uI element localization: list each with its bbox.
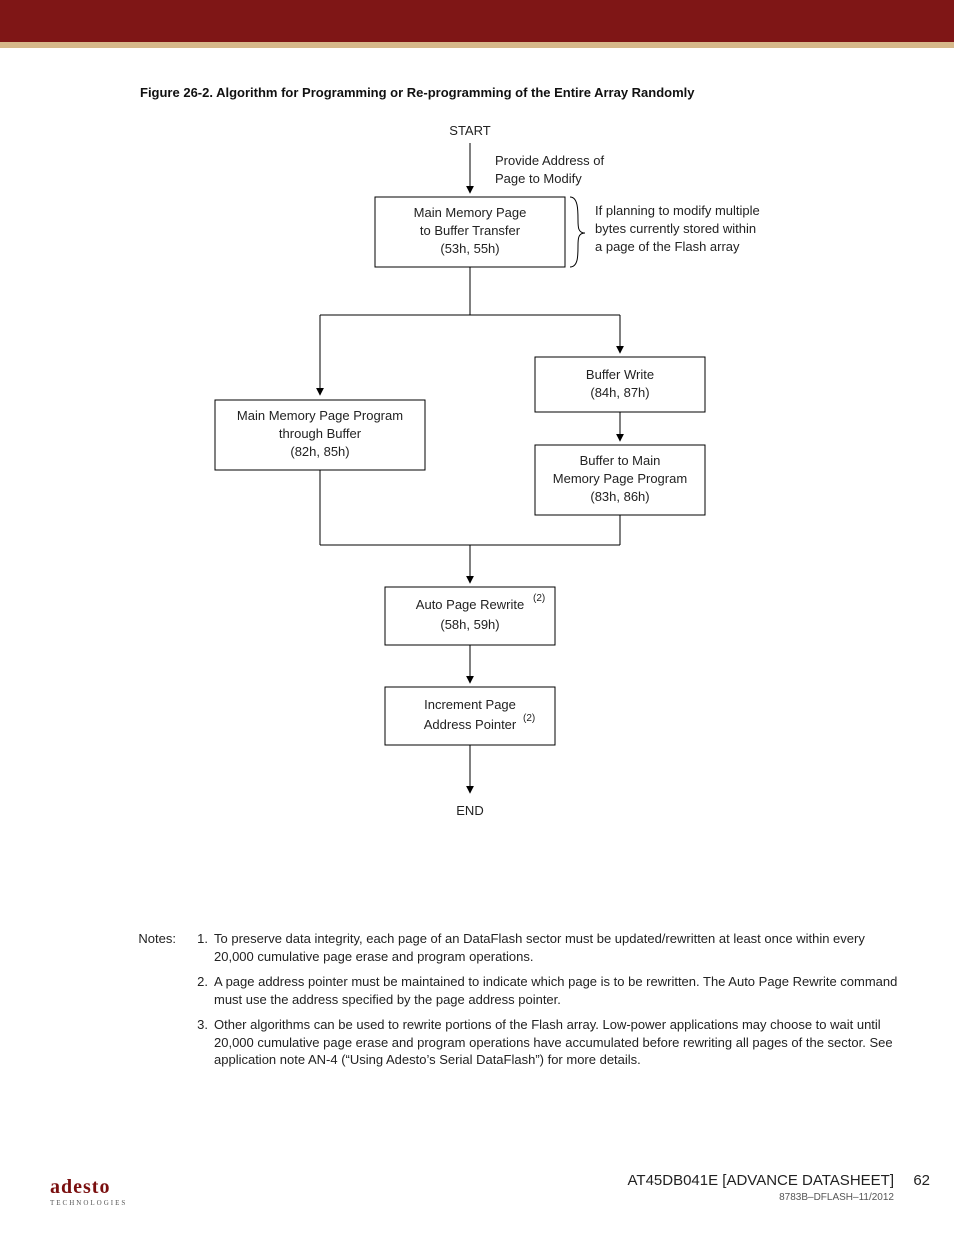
flowchart: START Provide Address of Page to Modify … <box>140 115 860 915</box>
note-text-2: A page address pointer must be maintaine… <box>214 973 898 1008</box>
side-note-l2: bytes currently stored within <box>595 221 756 236</box>
brand-logo: adesto TECHNOLOGIES <box>50 1176 127 1207</box>
box-incr-sup: (2) <box>523 713 535 724</box>
box-program-l3: (82h, 85h) <box>290 444 349 459</box>
box-transfer-l2: to Buffer Transfer <box>420 223 521 238</box>
box-buf2main-l3: (83h, 86h) <box>590 489 649 504</box>
start-label: START <box>449 123 490 138</box>
box-program-l2: through Buffer <box>279 426 362 441</box>
doc-title: AT45DB041E [ADVANCE DATASHEET] <box>628 1172 894 1189</box>
box-autorewrite-sup: (2) <box>533 593 545 604</box>
side-note-l1: If planning to modify multiple <box>595 203 760 218</box>
notes-section: Notes: 1. To preserve data integrity, ea… <box>118 930 898 1077</box>
note-num-3: 3. <box>186 1016 214 1069</box>
brace-icon <box>570 197 585 267</box>
note-num-1: 1. <box>186 930 214 965</box>
side-note-l3: a page of the Flash array <box>595 239 740 254</box>
figure-title: Algorithm for Programming or Re-programm… <box>216 85 694 100</box>
provide-address-l2: Page to Modify <box>495 171 582 186</box>
provide-address-l1: Provide Address of <box>495 153 605 168</box>
box-transfer-l1: Main Memory Page <box>414 205 527 220</box>
logo-sub: TECHNOLOGIES <box>50 1199 127 1207</box>
box-buf2main-l2: Memory Page Program <box>553 471 687 486</box>
header-stripe <box>0 42 954 48</box>
doc-meta: 8783B–DFLASH–11/2012 <box>779 1192 894 1203</box>
box-incr-l1: Increment Page <box>424 697 516 712</box>
box-autorewrite-l2: (58h, 59h) <box>440 617 499 632</box>
note-text-3: Other algorithms can be used to rewrite … <box>214 1016 898 1069</box>
notes-heading: Notes: <box>118 930 186 965</box>
note-text-1: To preserve data integrity, each page of… <box>214 930 898 965</box>
figure-caption: Figure 26-2. Algorithm for Programming o… <box>140 85 695 100</box>
logo-main: adesto <box>50 1176 110 1198</box>
box-bufwrite-l2: (84h, 87h) <box>590 385 649 400</box>
header-bar <box>0 0 954 42</box>
box-transfer-l3: (53h, 55h) <box>440 241 499 256</box>
page-number: 62 <box>913 1172 930 1189</box>
box-bufwrite-l1: Buffer Write <box>586 367 654 382</box>
box-buf2main-l1: Buffer to Main <box>580 453 661 468</box>
box-program-l1: Main Memory Page Program <box>237 408 403 423</box>
end-label: END <box>456 803 483 818</box>
figure-label: Figure 26-2. <box>140 85 213 100</box>
box-incr-l2: Address Pointer <box>424 717 517 732</box>
box-auto-rewrite <box>385 587 555 645</box>
box-autorewrite-l1: Auto Page Rewrite <box>416 597 524 612</box>
note-num-2: 2. <box>186 973 214 1008</box>
